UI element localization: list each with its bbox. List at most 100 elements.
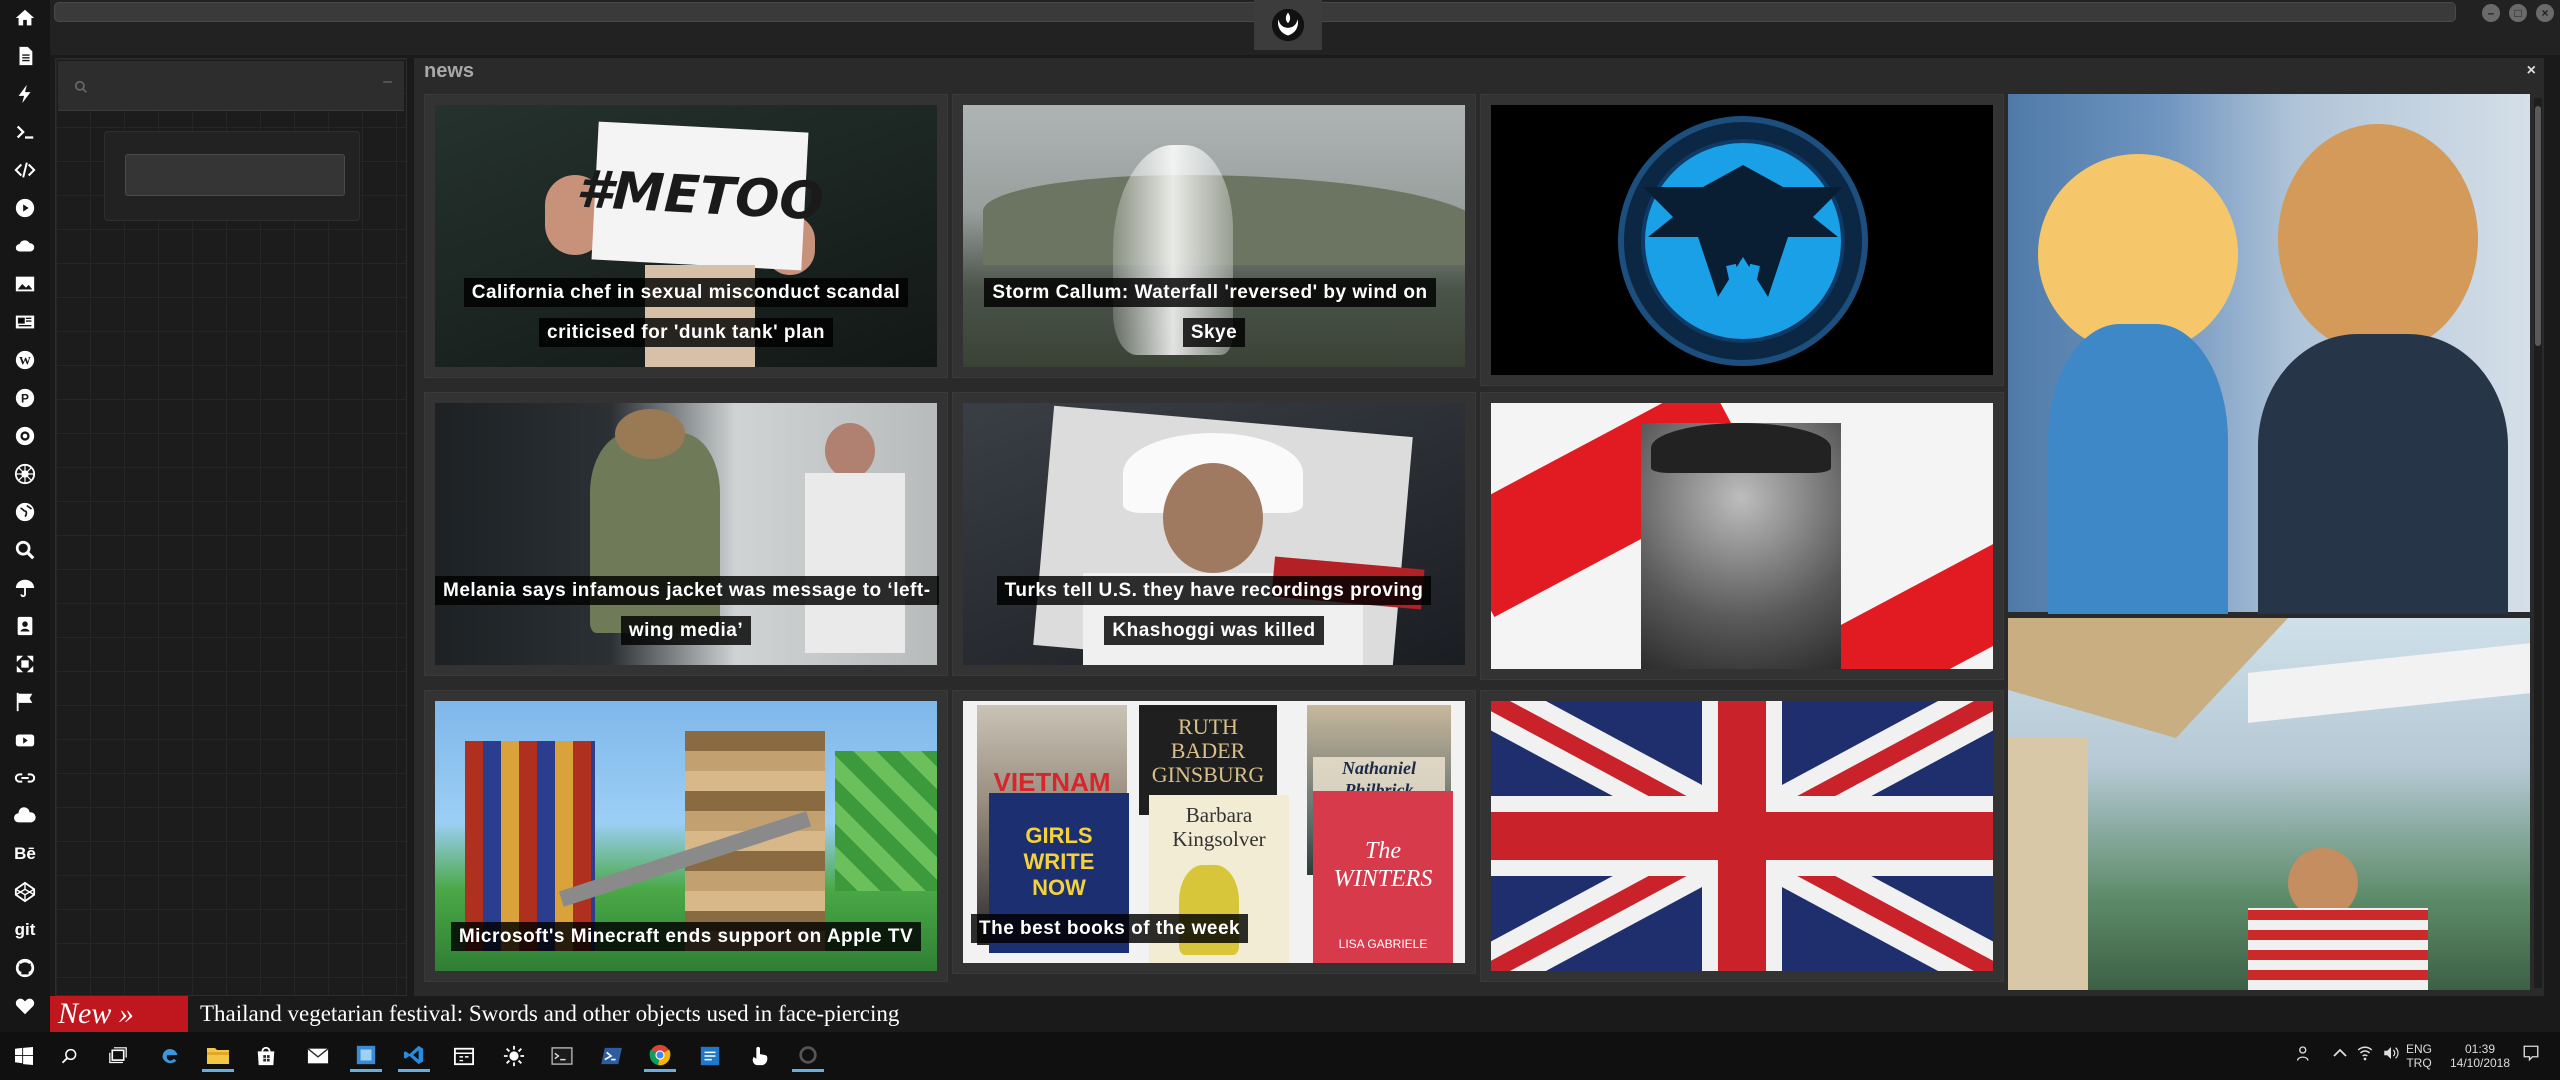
app-icon-bar: W P Bē git — [0, 0, 50, 1032]
article-caption: California chef in sexual misconduct sca… — [435, 273, 937, 353]
notifications-icon[interactable] — [2522, 1044, 2540, 1065]
news-card[interactable] — [1480, 392, 2004, 680]
news-card[interactable] — [1480, 94, 2004, 386]
git-icon[interactable]: git — [0, 912, 50, 948]
flag-icon[interactable] — [0, 684, 50, 720]
widget-box — [104, 131, 360, 221]
start-icon[interactable] — [8, 1040, 40, 1072]
bolt-icon[interactable] — [0, 76, 50, 112]
scrollbar[interactable] — [2534, 98, 2542, 988]
expand-icon[interactable] — [0, 646, 50, 682]
search-icon — [74, 80, 87, 93]
github-icon[interactable] — [0, 950, 50, 986]
article-caption: Microsoft's Minecraft ends support on Ap… — [435, 917, 937, 957]
search-input[interactable] — [98, 73, 358, 99]
collapse-button[interactable]: – — [383, 73, 392, 91]
news-card[interactable]: Melania says infamous jacket was message… — [424, 392, 948, 676]
news-card[interactable]: Storm Callum: Waterfall 'reversed' by wi… — [952, 94, 1476, 378]
file-explorer-icon[interactable] — [202, 1040, 234, 1072]
edge-icon[interactable] — [154, 1040, 186, 1072]
link-icon[interactable] — [0, 760, 50, 796]
cloud-icon[interactable] — [0, 228, 50, 264]
app-icon[interactable] — [350, 1040, 382, 1072]
news-ticker: New » Thailand vegetarian festival: Swor… — [50, 996, 2560, 1032]
maximize-button[interactable]: □ — [2509, 4, 2527, 22]
minimize-button[interactable]: – — [2482, 4, 2500, 22]
powershell-icon[interactable] — [596, 1040, 628, 1072]
left-panel: – — [55, 58, 407, 996]
scroll-thumb[interactable] — [2535, 106, 2541, 346]
union-jack-image — [1491, 701, 1993, 971]
news-card[interactable]: VIETNAM RUTH BADER GINSBURG Nathaniel Ph… — [952, 690, 1476, 974]
people-icon[interactable] — [2296, 1044, 2314, 1065]
chevron-up-icon[interactable] — [2332, 1046, 2348, 1061]
close-panel-button[interactable]: × — [2527, 62, 2536, 80]
search-icon[interactable] — [0, 532, 50, 568]
youtube-icon[interactable] — [0, 722, 50, 758]
clock[interactable]: 01:39 14/10/2018 — [2444, 1042, 2516, 1070]
network-icon[interactable] — [2356, 1044, 2374, 1065]
widget-input[interactable] — [125, 154, 345, 196]
article-image — [1491, 403, 1993, 669]
behance-icon[interactable]: Bē — [0, 836, 50, 872]
ticker-badge[interactable]: New » — [50, 996, 188, 1032]
windows-taskbar: ENG TRQ 01:39 14/10/2018 — [0, 1032, 2560, 1080]
window-topbar: – □ × — [50, 0, 2560, 55]
metoo-sign-text: #METOO — [574, 159, 826, 233]
mail-icon[interactable] — [302, 1040, 334, 1072]
volume-icon[interactable] — [2382, 1044, 2400, 1065]
news-card[interactable] — [1480, 690, 2004, 982]
rebel-icon[interactable] — [0, 418, 50, 454]
news-card[interactable]: #METOO California chef in sexual miscond… — [424, 94, 948, 378]
shield-logo-image — [1618, 116, 1868, 366]
search-icon[interactable] — [54, 1040, 86, 1072]
article-image — [1491, 701, 1993, 971]
loading-icon[interactable] — [792, 1040, 824, 1072]
store-icon[interactable] — [250, 1040, 282, 1072]
search-bar: – — [58, 61, 404, 111]
news-card[interactable]: Microsoft's Minecraft ends support on Ap… — [424, 690, 948, 982]
rebel-alliance-logo[interactable] — [1254, 0, 1322, 50]
globe-icon[interactable] — [0, 494, 50, 530]
touch-icon[interactable] — [744, 1040, 776, 1072]
svg-text:P: P — [21, 392, 29, 406]
wordpress-icon[interactable]: W — [0, 342, 50, 378]
newspaper-icon[interactable] — [0, 304, 50, 340]
cmd-icon[interactable] — [546, 1040, 578, 1072]
article-image — [1491, 105, 1993, 375]
close-window-button[interactable]: × — [2536, 4, 2554, 22]
article-caption: Storm Callum: Waterfall 'reversed' by wi… — [963, 273, 1465, 353]
vscode-icon[interactable] — [398, 1040, 430, 1072]
codepen-icon[interactable] — [0, 874, 50, 910]
featured-image-comic-con[interactable] — [2008, 94, 2530, 614]
article-caption: Turks tell U.S. they have recordings pro… — [963, 571, 1465, 651]
panel-title: news — [424, 60, 475, 82]
pinterest-icon[interactable]: P — [0, 380, 50, 416]
play-icon[interactable] — [0, 190, 50, 226]
image-icon[interactable] — [0, 266, 50, 302]
heart-icon[interactable] — [0, 988, 50, 1024]
cloud-alt-icon[interactable] — [0, 798, 50, 834]
code-icon[interactable] — [0, 152, 50, 188]
terminal-icon[interactable] — [0, 114, 50, 150]
language-indicator[interactable]: ENG TRQ — [2406, 1042, 2432, 1070]
rebel-logo-icon — [1271, 8, 1305, 42]
news-card[interactable]: Turks tell U.S. they have recordings pro… — [952, 392, 1476, 676]
app-blue-icon[interactable] — [694, 1040, 726, 1072]
sun-icon[interactable] — [498, 1040, 530, 1072]
article-caption: Melania says infamous jacket was message… — [435, 571, 939, 651]
news-panel: news × #METOO California chef in sexual … — [414, 58, 2544, 996]
svg-text:W: W — [19, 354, 31, 368]
task-view-icon[interactable] — [102, 1040, 134, 1072]
chrome-icon[interactable] — [644, 1040, 676, 1072]
featured-column — [2008, 94, 2530, 990]
article-caption: The best books of the week — [971, 909, 1465, 949]
contact-icon[interactable] — [0, 608, 50, 644]
calendar-icon[interactable] — [448, 1040, 480, 1072]
umbrella-icon[interactable] — [0, 570, 50, 606]
featured-image-beach[interactable] — [2008, 618, 2530, 990]
home-icon[interactable] — [0, 0, 50, 36]
ticker-headline[interactable]: Thailand vegetarian festival: Swords and… — [200, 996, 899, 1032]
document-icon[interactable] — [0, 38, 50, 74]
empire-icon[interactable] — [0, 456, 50, 492]
